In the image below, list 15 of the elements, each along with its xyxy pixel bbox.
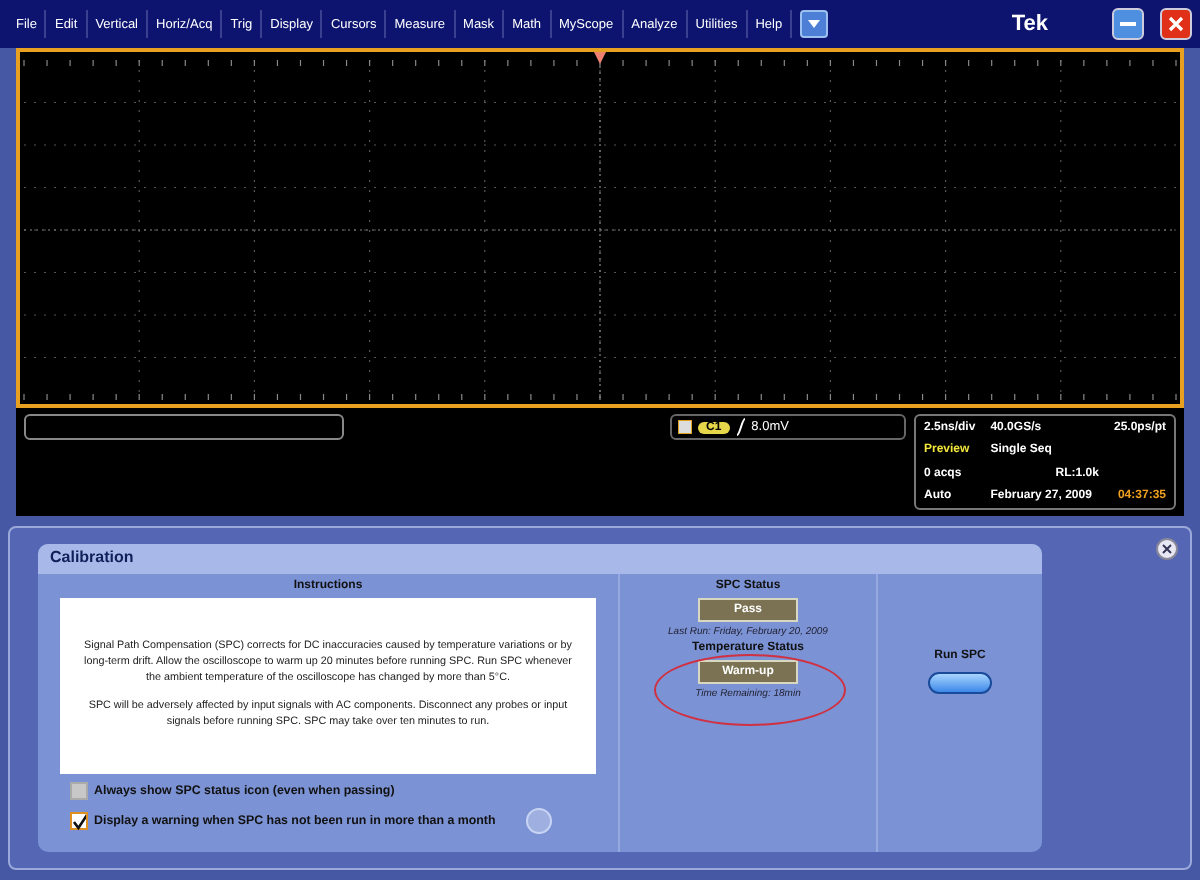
minimize-button[interactable] [1112,8,1144,40]
close-icon [1168,16,1184,32]
checkbox[interactable] [70,812,88,830]
checkbox[interactable] [70,782,88,800]
rising-edge-icon [735,418,746,436]
caret-icon [808,20,821,28]
panel-title: Calibration [38,544,1042,574]
run-spc-button[interactable] [928,672,992,694]
channel-icon [678,420,692,434]
close-icon [1162,544,1172,554]
brand-logo: Tek [1011,12,1048,36]
dropdown-button[interactable] [800,10,829,38]
close-button[interactable] [1156,538,1178,560]
close-button[interactable] [1160,8,1192,40]
minimize-icon [1120,22,1136,26]
